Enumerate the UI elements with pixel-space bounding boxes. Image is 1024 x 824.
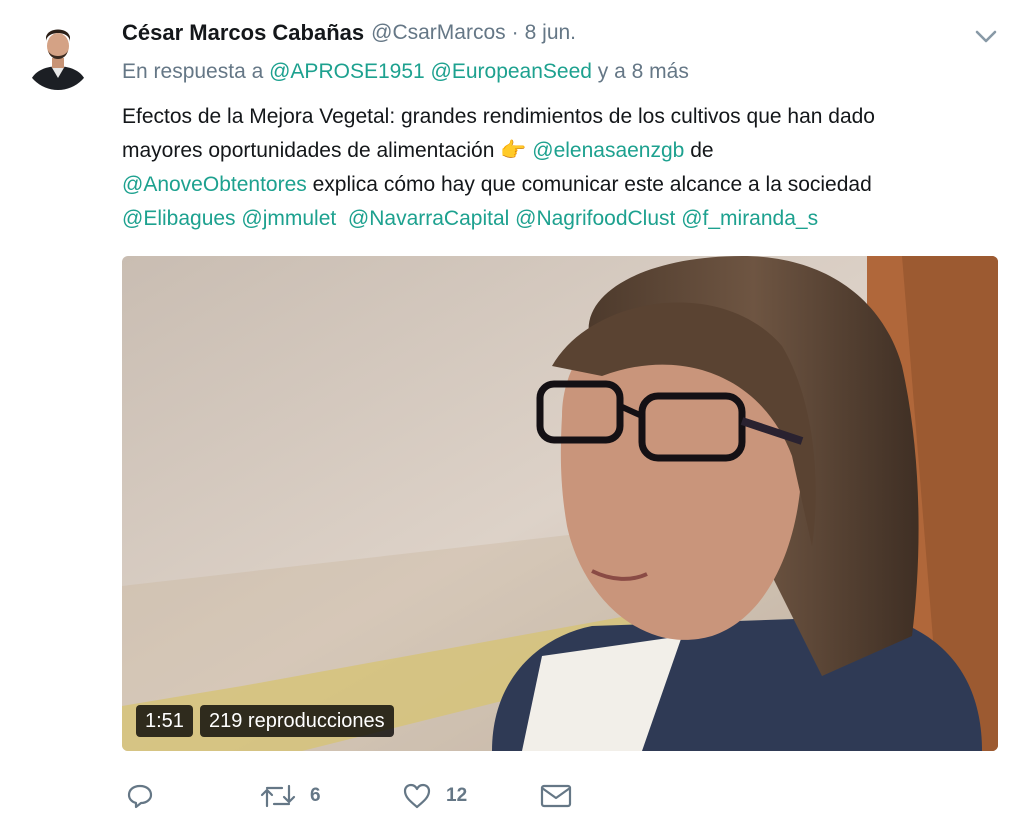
direct-message-button[interactable]	[540, 778, 572, 814]
reply-suffix[interactable]: y a 8 más	[598, 60, 689, 83]
mention-link[interactable]: @NagrifoodClust	[515, 207, 675, 230]
mention-link[interactable]: @AnoveObtentores	[122, 173, 307, 196]
video-duration: 1:51	[136, 705, 193, 737]
mention-link[interactable]: @jmmulet	[241, 207, 336, 230]
tweet-text-segment: explica cómo hay que comunicar este alca…	[312, 173, 872, 196]
retweet-count: 6	[310, 785, 321, 806]
like-button[interactable]: 12	[402, 778, 467, 814]
tweet-date[interactable]: 8 jun.	[525, 21, 576, 45]
separator-dot: ·	[511, 21, 519, 44]
tweet-text-line: mayores oportunidades de alimentación 👉 …	[122, 134, 1002, 168]
mention-link[interactable]: @f_miranda_s	[681, 207, 818, 230]
mention-link[interactable]: @EuropeanSeed	[431, 60, 592, 83]
tweet-text-segment: mayores oportunidades de alimentación	[122, 139, 495, 162]
tweet-header: César Marcos Cabañas @CsarMarcos · 8 jun…	[122, 18, 576, 48]
heart-icon	[403, 783, 431, 809]
chevron-down-icon[interactable]	[972, 24, 1000, 48]
retweet-button[interactable]: 6	[260, 778, 321, 814]
pointing-hand-emoji: 👉	[500, 139, 527, 162]
tweet-text: Efectos de la Mejora Vegetal: grandes re…	[122, 100, 1002, 236]
mention-link[interactable]: @APROSE1951	[269, 60, 425, 83]
profile-photo	[24, 22, 92, 90]
retweet-icon	[260, 784, 296, 808]
reply-prefix: En respuesta a	[122, 60, 264, 83]
video-view-count: 219 reproducciones	[200, 705, 394, 737]
video-frame	[122, 256, 998, 751]
reply-button[interactable]	[126, 778, 154, 814]
envelope-icon	[540, 784, 572, 808]
tweet-text-line: @AnoveObtentores explica cómo hay que co…	[122, 168, 1002, 202]
avatar[interactable]	[24, 22, 92, 90]
reply-icon	[127, 784, 153, 809]
like-count: 12	[446, 785, 468, 806]
tweet-text-line: Efectos de la Mejora Vegetal: grandes re…	[122, 105, 875, 128]
tweet-actions: 6 12	[122, 778, 602, 814]
video-player[interactable]: 1:51 219 reproducciones	[122, 256, 998, 751]
mention-link[interactable]: @elenasaenzgb	[532, 139, 684, 162]
mention-link[interactable]: @NavarraCapital	[348, 207, 509, 230]
author-handle[interactable]: @CsarMarcos	[371, 21, 506, 45]
author-name[interactable]: César Marcos Cabañas	[122, 20, 364, 46]
tweet-text-segment: de	[690, 139, 714, 162]
mention-link[interactable]: @Elibagues	[122, 207, 236, 230]
reply-context: En respuesta a @APROSE1951 @EuropeanSeed…	[122, 60, 689, 84]
tweet-text-line: @Elibagues @jmmulet @NavarraCapital @Nag…	[122, 202, 1002, 236]
